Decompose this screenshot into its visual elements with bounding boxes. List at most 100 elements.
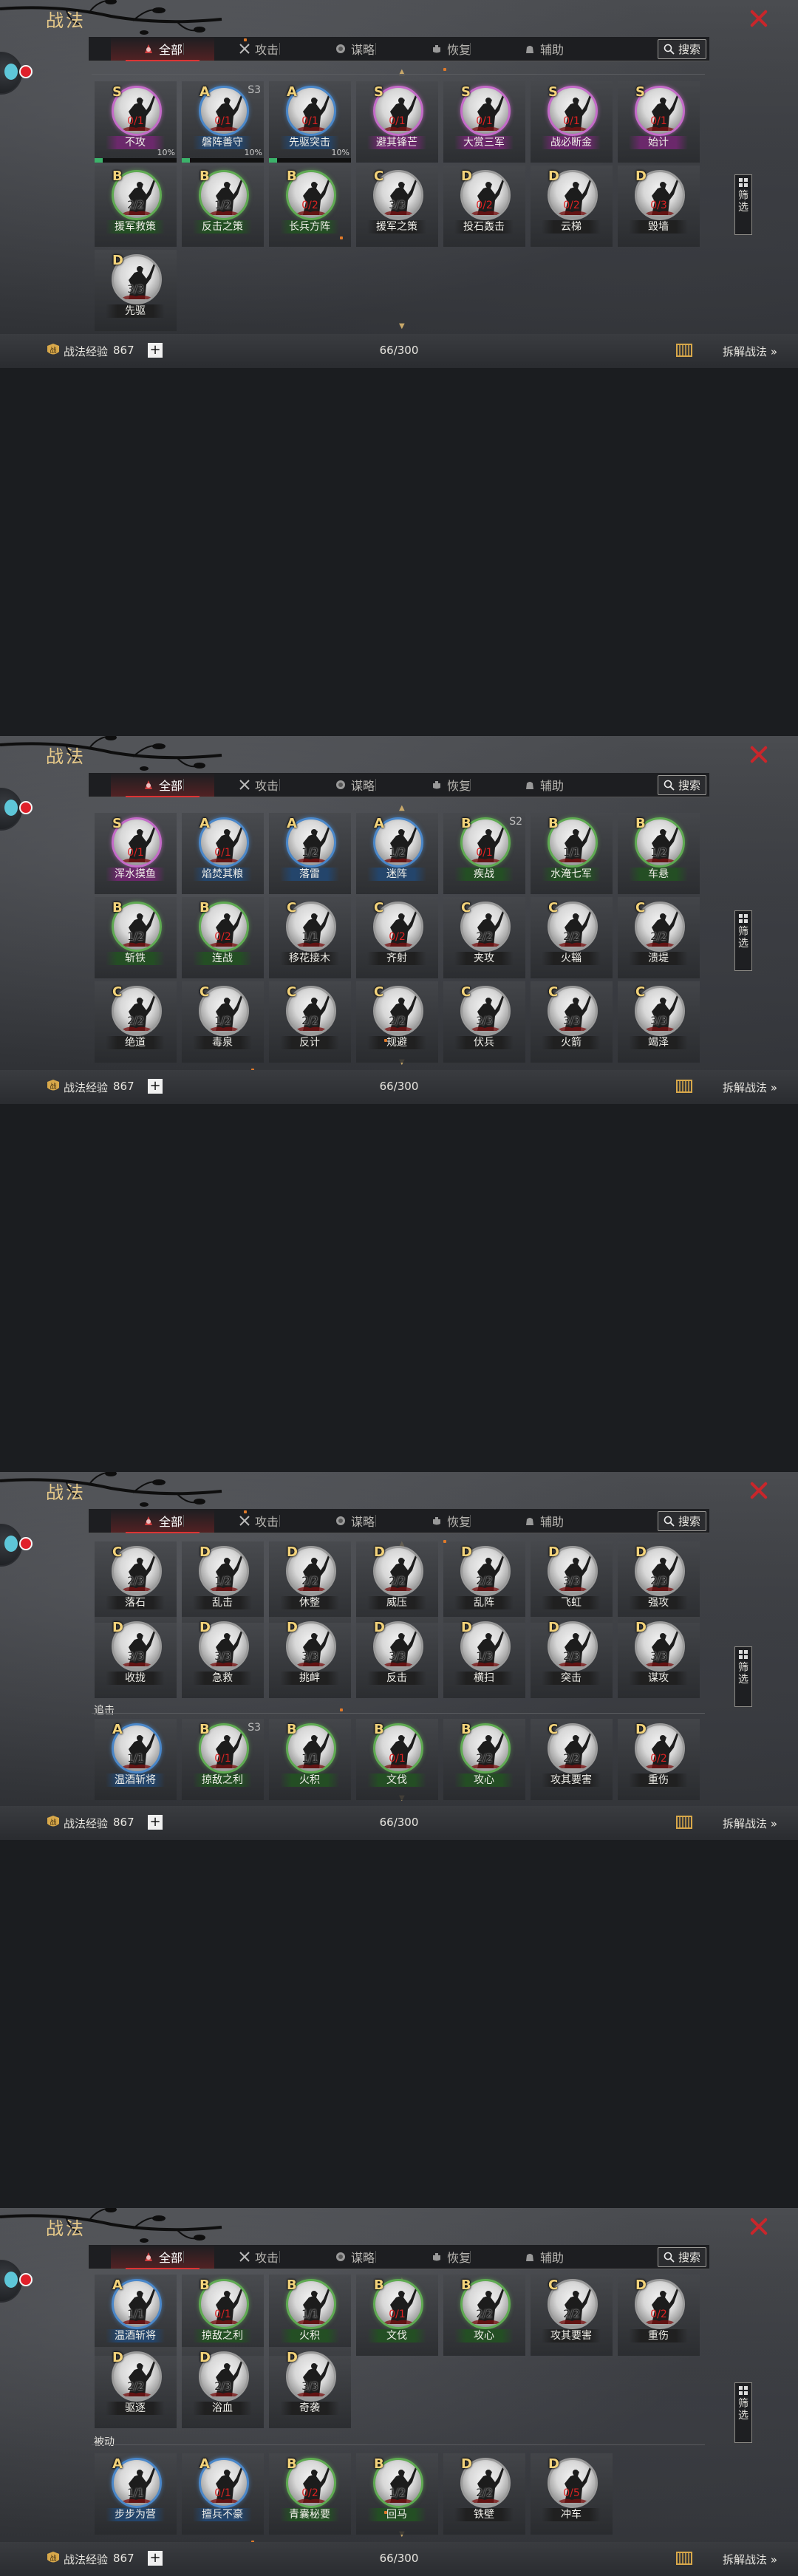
skill-card[interactable]: A 0/1 擅兵不豪 bbox=[182, 2453, 264, 2535]
skill-card[interactable]: B 0/1 文伐 bbox=[356, 2275, 438, 2356]
search-button[interactable]: 搜索 bbox=[658, 1511, 706, 1531]
tab-strategy[interactable]: 谋略 bbox=[303, 2245, 406, 2269]
tab-swords[interactable]: 攻击 bbox=[207, 773, 310, 797]
tab-strategy[interactable]: 谋略 bbox=[303, 37, 406, 61]
tab-pouch[interactable]: 辅助 bbox=[492, 773, 596, 797]
skill-card[interactable]: C 2/2 攻其要害 bbox=[531, 2275, 613, 2356]
close-icon[interactable] bbox=[746, 743, 771, 766]
skill-card[interactable]: S 0/1 浑水摸鱼 bbox=[95, 813, 177, 894]
skill-card[interactable]: D 2/2 乱阵 bbox=[443, 1541, 525, 1623]
skill-card[interactable]: B 2/2 援军救策 bbox=[95, 166, 177, 247]
skill-card[interactable]: B 0/1 文伐 bbox=[356, 1719, 438, 1800]
skill-card[interactable]: B S3 0/1 掠敌之利 bbox=[182, 1719, 264, 1800]
skill-card[interactable]: D 1/3 横扫 bbox=[443, 1617, 525, 1698]
skill-card[interactable]: C 2/2 规避 bbox=[356, 981, 438, 1063]
tab-pouch[interactable]: 辅助 bbox=[492, 1509, 596, 1533]
skill-card[interactable]: B 2/2 攻心 bbox=[443, 2275, 525, 2356]
skill-card[interactable]: D 2/2 铁壁 bbox=[443, 2453, 525, 2535]
skill-card[interactable]: C 3/3 火箭 bbox=[531, 981, 613, 1063]
skill-card[interactable]: D 0/5 冲车 bbox=[531, 2453, 613, 2535]
avatar[interactable] bbox=[0, 52, 33, 95]
skill-card[interactable]: D 2/3 突击 bbox=[531, 1617, 613, 1698]
close-icon[interactable] bbox=[746, 2215, 771, 2238]
skill-card[interactable]: D 0/2 重伤 bbox=[618, 2275, 700, 2356]
skill-card[interactable]: B 0/2 青囊秘要 bbox=[269, 2453, 351, 2535]
tab-swords[interactable]: 攻击 bbox=[207, 37, 310, 61]
skill-card[interactable]: B 1/2 斩铁 bbox=[95, 897, 177, 978]
close-icon[interactable] bbox=[746, 1479, 771, 1502]
skill-card[interactable]: S 0/1 不攻 10% bbox=[95, 81, 177, 163]
skill-card[interactable]: D 3/3 先驱 bbox=[95, 250, 177, 331]
filter-button[interactable]: 筛选 bbox=[734, 174, 752, 235]
skill-card[interactable]: C 3/3 伏兵 bbox=[443, 981, 525, 1063]
filter-button[interactable]: 筛选 bbox=[734, 910, 752, 971]
skill-card[interactable]: A 1/1 温酒斩将 bbox=[95, 2275, 177, 2356]
skill-card[interactable]: D 3/3 收拢 bbox=[95, 1617, 177, 1698]
skill-card[interactable]: B 1/2 车悬 bbox=[618, 813, 700, 894]
tab-pouch[interactable]: 辅助 bbox=[492, 2245, 596, 2269]
tab-teapot[interactable]: 恢复 bbox=[399, 37, 502, 61]
skill-card[interactable]: S 0/1 始计 bbox=[618, 81, 700, 163]
skill-card[interactable]: D 2/2 威压 bbox=[356, 1541, 438, 1623]
skill-card[interactable]: C 2/2 溃堤 bbox=[618, 897, 700, 978]
skill-card[interactable]: C 2/2 夹攻 bbox=[443, 897, 525, 978]
skill-card[interactable]: D 0/2 云梯 bbox=[531, 166, 613, 247]
skill-card[interactable]: B S2 0/1 疾战 bbox=[443, 813, 525, 894]
filter-button[interactable]: 筛选 bbox=[734, 1646, 752, 1707]
tab-all[interactable]: 全部 bbox=[111, 37, 214, 61]
skill-card[interactable]: B 1/1 火积 bbox=[269, 1719, 351, 1800]
tab-strategy[interactable]: 谋略 bbox=[303, 773, 406, 797]
tab-teapot[interactable]: 恢复 bbox=[399, 2245, 502, 2269]
skill-card[interactable]: D 2/3 浴血 bbox=[182, 2347, 264, 2428]
skill-card[interactable]: A 1/2 落雷 bbox=[269, 813, 351, 894]
tab-all[interactable]: 全部 bbox=[111, 773, 214, 797]
tab-strategy[interactable]: 谋略 bbox=[303, 1509, 406, 1533]
skill-card[interactable]: D 3/3 挑衅 bbox=[269, 1617, 351, 1698]
skill-card[interactable]: A 1/1 步步为营 bbox=[95, 2453, 177, 2535]
skill-card[interactable]: D 2/3 强攻 bbox=[618, 1541, 700, 1623]
skill-card[interactable]: A 0/1 焰焚其粮 bbox=[182, 813, 264, 894]
skill-card[interactable]: C 2/3 落石 bbox=[95, 1541, 177, 1623]
avatar[interactable] bbox=[0, 2260, 33, 2303]
skill-card[interactable]: D 2/2 休整 bbox=[269, 1541, 351, 1623]
skill-card[interactable]: B 1/1 水淹七军 bbox=[531, 813, 613, 894]
skill-card[interactable]: A 1/2 迷阵 bbox=[356, 813, 438, 894]
skill-card[interactable]: C 1/2 毒泉 bbox=[182, 981, 264, 1063]
close-icon[interactable] bbox=[746, 7, 771, 30]
skill-card[interactable]: D 2/2 驱逐 bbox=[95, 2347, 177, 2428]
avatar[interactable] bbox=[0, 1524, 33, 1567]
skill-card[interactable]: D 3/3 飞虹 bbox=[531, 1541, 613, 1623]
skill-card[interactable]: C 3/3 竭泽 bbox=[618, 981, 700, 1063]
tab-swords[interactable]: 攻击 bbox=[207, 2245, 310, 2269]
search-button[interactable]: 搜索 bbox=[658, 775, 706, 795]
skill-card[interactable]: B 0/2 长兵方阵 bbox=[269, 166, 351, 247]
tab-teapot[interactable]: 恢复 bbox=[399, 773, 502, 797]
skill-card[interactable]: S 0/1 战必断金 bbox=[531, 81, 613, 163]
skill-card[interactable]: D 3/3 奇袭 bbox=[269, 2347, 351, 2428]
skill-card[interactable]: C 2/2 反计 bbox=[269, 981, 351, 1063]
tab-swords[interactable]: 攻击 bbox=[207, 1509, 310, 1533]
skill-card[interactable]: A 0/1 先驱突击 10% bbox=[269, 81, 351, 163]
skill-card[interactable]: D 0/2 投石轰击 bbox=[443, 166, 525, 247]
skill-card[interactable]: B 0/2 连战 bbox=[182, 897, 264, 978]
disband-skills-button[interactable]: 拆解战法 » bbox=[723, 344, 777, 359]
skill-card[interactable]: C 3/3 援军之策 bbox=[356, 166, 438, 247]
avatar[interactable] bbox=[0, 788, 33, 831]
skill-card[interactable]: B 2/2 攻心 bbox=[443, 1719, 525, 1800]
skill-card[interactable]: D 1/2 乱击 bbox=[182, 1541, 264, 1623]
skill-card[interactable]: C 2/2 火辎 bbox=[531, 897, 613, 978]
skill-card[interactable]: B 1/2 反击之策 bbox=[182, 166, 264, 247]
tab-all[interactable]: 全部 bbox=[111, 1509, 214, 1533]
skill-card[interactable]: S 0/1 避其锋芒 bbox=[356, 81, 438, 163]
skill-card[interactable]: D 3/3 反击 bbox=[356, 1617, 438, 1698]
skill-card[interactable]: A S3 0/1 磐阵善守 10% bbox=[182, 81, 264, 163]
tab-teapot[interactable]: 恢复 bbox=[399, 1509, 502, 1533]
tab-pouch[interactable]: 辅助 bbox=[492, 37, 596, 61]
skill-card[interactable]: D 0/2 重伤 bbox=[618, 1719, 700, 1800]
skill-card[interactable]: C 1/1 移花接木 bbox=[269, 897, 351, 978]
tab-all[interactable]: 全部 bbox=[111, 2245, 214, 2269]
skill-card[interactable]: D 3/3 谋攻 bbox=[618, 1617, 700, 1698]
skill-card[interactable]: D 3/3 急救 bbox=[182, 1617, 264, 1698]
disband-skills-button[interactable]: 拆解战法 » bbox=[723, 1080, 777, 1095]
search-button[interactable]: 搜索 bbox=[658, 39, 706, 59]
